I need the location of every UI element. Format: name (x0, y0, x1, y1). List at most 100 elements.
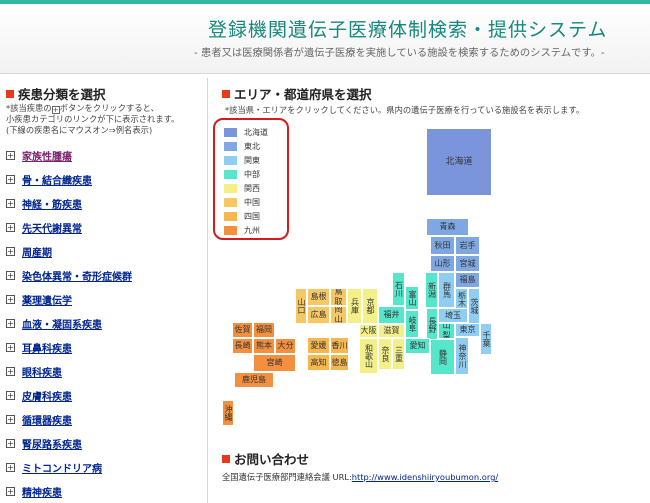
pref-kagawa[interactable]: 香川 (330, 337, 349, 354)
disease-category-panel: 疾患分類を選択 *該当疾患の+ボタンをクリックすると、 小疾患カテゴリのリンクが… (0, 78, 208, 503)
pref-miyagi[interactable]: 宮城 (455, 255, 480, 272)
pref-shimane[interactable]: 島根 (307, 288, 330, 306)
expand-plus-icon[interactable]: + (6, 294, 15, 304)
section-marker-icon (6, 90, 14, 98)
pref-aomori[interactable]: 青森 (426, 218, 469, 236)
expand-plus-icon[interactable]: + (6, 174, 15, 184)
pref-gunma[interactable]: 群馬 (438, 272, 455, 308)
pref-toyama[interactable]: 富山 (405, 286, 419, 310)
expand-plus-icon[interactable]: + (6, 366, 15, 376)
category-link[interactable]: 薬理遺伝学 (22, 292, 72, 307)
expand-plus-icon[interactable]: + (6, 438, 15, 448)
disease-section-heading: 疾患分類を選択 (6, 84, 106, 103)
pref-tochigi[interactable]: 栃木 (455, 288, 468, 310)
pref-fukui[interactable]: 福井 (378, 306, 405, 324)
pref-niigata[interactable]: 新潟 (425, 272, 438, 308)
contact-url-link[interactable]: http://www.idenshiiryoubumon.org/ (352, 472, 498, 482)
category-item: + 先天代謝異常 (6, 218, 82, 236)
pref-chiba[interactable]: 千葉 (480, 323, 492, 355)
pref-ibaraki[interactable]: 茨城 (468, 288, 480, 324)
legend-swatch (224, 170, 237, 179)
pref-nagasaki[interactable]: 長崎 (232, 338, 253, 354)
category-link[interactable]: 家族性腫瘍 (22, 148, 72, 163)
category-item: + 精神疾患 (6, 482, 62, 500)
pref-kanagawa[interactable]: 神奈川 (455, 337, 469, 375)
expand-plus-icon[interactable]: + (6, 222, 15, 232)
pref-tokushima[interactable]: 徳島 (330, 354, 349, 371)
category-link[interactable]: 神経・筋疾患 (22, 196, 82, 211)
pref-yamaguchi[interactable]: 山口 (295, 288, 307, 324)
pref-iwate[interactable]: 岩手 (455, 236, 480, 255)
legend-swatch (224, 156, 237, 165)
section-marker-icon (222, 455, 230, 463)
region-legend: 北海道 東北 関東 中部 関西 中国 四国 九州 (213, 118, 289, 240)
pref-fukuoka[interactable]: 福岡 (253, 322, 275, 338)
legend-item: 中国 (224, 197, 260, 208)
pref-okinawa[interactable]: 沖縄 (222, 400, 234, 426)
category-link[interactable]: 骨・結合織疾患 (22, 172, 92, 187)
legend-item: 中部 (224, 169, 260, 180)
category-link[interactable]: 先天代謝異常 (22, 220, 82, 235)
pref-kumamoto[interactable]: 熊本 (253, 338, 275, 354)
pref-saga[interactable]: 佐賀 (232, 322, 253, 338)
category-link[interactable]: 眼科疾患 (22, 364, 62, 379)
pref-saitama[interactable]: 埼玉 (438, 308, 468, 323)
category-link[interactable]: 周産期 (22, 244, 52, 259)
pref-fukushima[interactable]: 福島 (455, 272, 480, 288)
expand-plus-icon[interactable]: + (6, 390, 15, 400)
pref-shiga[interactable]: 滋賀 (378, 324, 405, 338)
pref-ishikawa[interactable]: 石川 (392, 272, 405, 306)
category-link[interactable]: 血液・凝固系疾患 (22, 316, 102, 331)
expand-plus-icon: + (51, 106, 60, 114)
pref-hyogo[interactable]: 兵庫 (347, 288, 362, 324)
pref-mie[interactable]: 三重 (392, 338, 405, 370)
category-link[interactable]: 耳鼻科疾患 (22, 340, 72, 355)
pref-osaka[interactable]: 大阪 (359, 324, 378, 338)
expand-plus-icon[interactable]: + (6, 462, 15, 472)
pref-nagano[interactable]: 長野 (426, 308, 438, 342)
category-item: + 薬理遺伝学 (6, 290, 72, 308)
category-link[interactable]: 腎尿路系疾患 (22, 436, 82, 451)
expand-plus-icon[interactable]: + (6, 342, 15, 352)
category-link[interactable]: 染色体異常・奇形症候群 (22, 268, 132, 283)
pref-wakayama[interactable]: 和歌山 (359, 338, 378, 374)
category-item: + 周産期 (6, 242, 52, 260)
legend-swatch (224, 142, 237, 151)
expand-plus-icon[interactable]: + (6, 318, 15, 328)
category-item: + 神経・筋疾患 (6, 194, 82, 212)
category-link[interactable]: 循環器疾患 (22, 412, 72, 427)
category-item: + 皮膚科疾患 (6, 386, 72, 404)
pref-nara[interactable]: 奈良 (378, 338, 392, 370)
pref-yamanashi[interactable]: 山梨 (438, 323, 455, 339)
page-header: 登録機関遺伝子医療体制検索・提供システム - 患者又は医療関係者が遺伝子医療を実… (0, 4, 650, 74)
legend-item: 関東 (224, 155, 260, 166)
category-item: + 家族性腫瘍 (6, 146, 72, 164)
pref-hiroshima[interactable]: 広島 (307, 306, 330, 324)
pref-aichi[interactable]: 愛知 (405, 338, 430, 354)
pref-oita[interactable]: 大分 (275, 338, 296, 354)
category-link[interactable]: 精神疾患 (22, 484, 62, 499)
pref-kochi[interactable]: 高知 (307, 354, 330, 371)
expand-plus-icon[interactable]: + (6, 246, 15, 256)
pref-hokkaido[interactable]: 北海道 (426, 128, 492, 196)
legend-swatch (224, 128, 237, 137)
expand-plus-icon[interactable]: + (6, 414, 15, 424)
category-link[interactable]: ミトコンドリア病 (22, 460, 102, 475)
category-link[interactable]: 皮膚科疾患 (22, 388, 72, 403)
pref-okayama[interactable]: 岡山 (330, 306, 347, 324)
pref-kagoshima[interactable]: 鹿児島 (234, 372, 274, 388)
pref-shizuoka[interactable]: 静岡 (430, 339, 455, 375)
expand-plus-icon[interactable]: + (6, 270, 15, 280)
expand-plus-icon[interactable]: + (6, 198, 15, 208)
contact-info: 全国遺伝子医療部門連絡会議 URL:http://www.idenshiiryo… (222, 472, 499, 482)
pref-tokyo[interactable]: 東京 (455, 323, 480, 337)
pref-gifu[interactable]: 岐阜 (405, 310, 419, 338)
pref-tottori[interactable]: 鳥取 (330, 288, 347, 306)
pref-kyoto[interactable]: 京都 (362, 288, 378, 324)
pref-ehime[interactable]: 愛媛 (307, 337, 330, 354)
pref-yamagata[interactable]: 山形 (430, 255, 455, 272)
pref-miyazaki[interactable]: 宮崎 (253, 354, 296, 372)
expand-plus-icon[interactable]: + (6, 150, 15, 160)
expand-plus-icon[interactable]: + (6, 486, 15, 496)
pref-akita[interactable]: 秋田 (430, 236, 455, 255)
